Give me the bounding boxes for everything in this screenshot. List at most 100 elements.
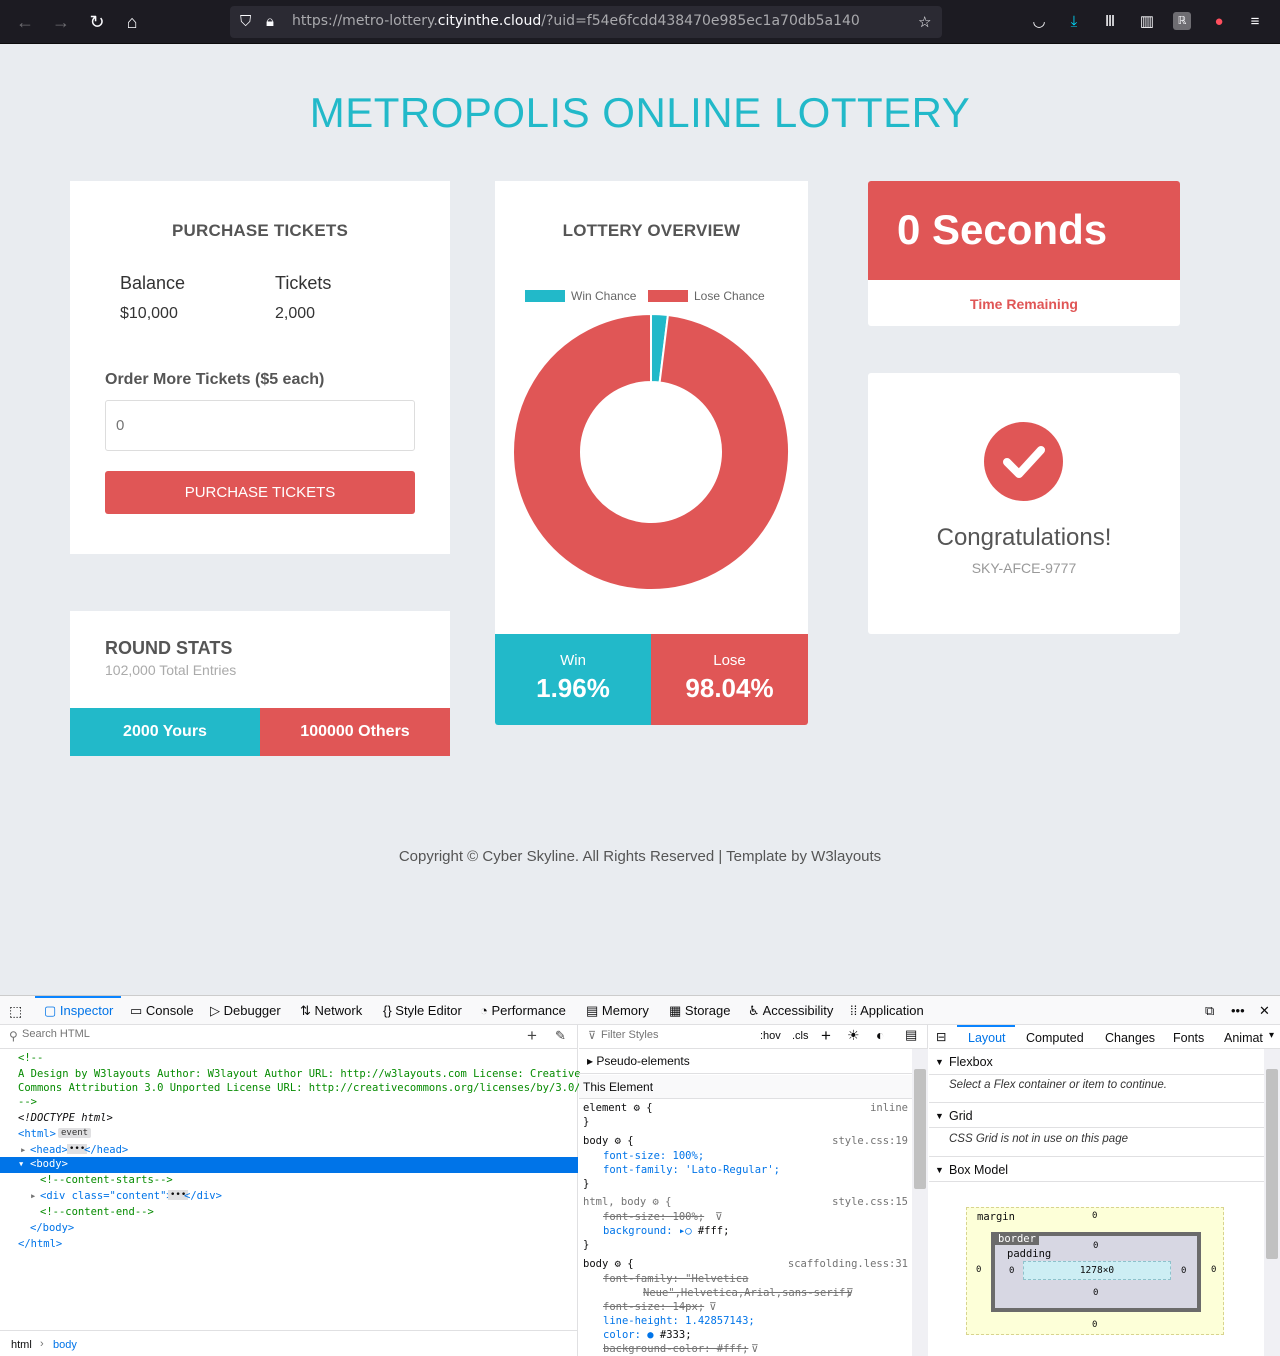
dock-icon[interactable]: ⧉ xyxy=(1205,1003,1214,1019)
comment-node[interactable]: <!--content-starts--> xyxy=(40,1174,173,1186)
pseudo-elements-toggle[interactable]: ▸ Pseudo-elements xyxy=(579,1049,912,1074)
comment-line[interactable]: Commons Attribution 3.0 Unported License… xyxy=(18,1082,581,1094)
pocket-icon[interactable]: ◡ xyxy=(1029,12,1049,32)
extension-icon[interactable]: ℝ xyxy=(1173,12,1191,30)
tabs-overflow-icon[interactable]: ▾ xyxy=(1269,1030,1274,1041)
css-declaration[interactable]: font-family: 'Lato-Regular'; xyxy=(603,1164,780,1176)
css-declaration[interactable]: font-size: 100%; xyxy=(603,1150,704,1162)
html-node[interactable]: <html> xyxy=(18,1128,56,1140)
ticket-quantity-input[interactable] xyxy=(105,400,415,451)
tab-style-editor[interactable]: {} Style Editor xyxy=(383,1003,462,1018)
head-node[interactable]: <head> xyxy=(30,1144,68,1156)
html-close-node[interactable]: </html> xyxy=(18,1238,62,1250)
div-content-node[interactable]: <div class="content"> xyxy=(40,1190,173,1202)
light-mode-icon[interactable]: ☀ xyxy=(847,1027,860,1044)
filter-styles-input[interactable] xyxy=(601,1029,751,1041)
sidebar-icon[interactable]: ▥ xyxy=(1137,12,1157,32)
layout-scrollbar[interactable] xyxy=(1264,1049,1280,1356)
eyedropper-icon[interactable]: ✎ xyxy=(555,1028,566,1044)
element-rule-source[interactable]: inline xyxy=(870,1102,908,1114)
css-declaration-overridden[interactable]: font-size: 100%; xyxy=(603,1211,704,1223)
filter-icon[interactable]: ⊽ xyxy=(846,1287,854,1299)
css-declaration-overridden[interactable]: font-size: 14px; xyxy=(603,1301,704,1313)
box-model-section-header[interactable]: ▼ Box Model xyxy=(929,1156,1280,1182)
cls-toggle[interactable]: .cls xyxy=(792,1030,809,1042)
legend-label-win-chance[interactable]: Win Chance xyxy=(571,289,637,303)
doctype-node[interactable]: <!DOCTYPE html> xyxy=(18,1112,113,1124)
tab-layout[interactable]: Layout xyxy=(968,1031,1006,1045)
margin-right-value[interactable]: 0 xyxy=(1211,1265,1216,1275)
print-media-icon[interactable]: ▤ xyxy=(905,1027,917,1043)
body-rule-source[interactable]: scaffolding.less:31 xyxy=(788,1258,908,1270)
flexbox-section-header[interactable]: ▼ Flexbox xyxy=(929,1049,1280,1075)
tab-animations[interactable]: Animat xyxy=(1224,1031,1263,1045)
hov-toggle[interactable]: :hov xyxy=(760,1030,781,1042)
expand-arrow-icon[interactable]: ▸ xyxy=(20,1144,26,1156)
padding-right-value[interactable]: 0 xyxy=(1181,1266,1186,1276)
tab-application[interactable]: ⁞⁞ Application xyxy=(850,1003,924,1018)
add-rule-icon[interactable]: + xyxy=(821,1026,831,1046)
scrollbar-thumb[interactable] xyxy=(914,1069,926,1189)
breadcrumb-html[interactable]: html xyxy=(11,1339,32,1351)
element-rule-selector[interactable]: element ⚙ { xyxy=(583,1102,653,1114)
body-rule-source[interactable]: style.css:19 xyxy=(832,1135,908,1147)
css-declaration-overridden[interactable]: Neue",Helvetica,Arial,sans-serif; xyxy=(643,1287,852,1299)
filter-icon[interactable]: ⊽ xyxy=(715,1211,723,1223)
event-badge[interactable]: event xyxy=(58,1128,92,1138)
css-declaration[interactable]: line-height: 1.42857143; xyxy=(603,1315,755,1327)
body-rule-selector[interactable]: body ⚙ { xyxy=(583,1258,634,1270)
filter-icon[interactable]: ⊽ xyxy=(709,1301,717,1313)
donut-slice-lose-chance[interactable] xyxy=(512,312,790,591)
css-declaration[interactable]: color: ● #333; xyxy=(603,1329,692,1341)
comment-node[interactable]: <!--content-end--> xyxy=(40,1206,154,1218)
tab-changes[interactable]: Changes xyxy=(1105,1031,1155,1045)
tab-debugger[interactable]: ▷ Debugger xyxy=(210,1003,281,1019)
selected-body-row[interactable] xyxy=(0,1157,578,1173)
tab-console[interactable]: ▭ Console xyxy=(130,1003,194,1019)
body-node[interactable]: <body> xyxy=(30,1158,68,1170)
htmlbody-rule-selector[interactable]: html, body ⚙ { xyxy=(583,1196,672,1208)
content-size[interactable]: 1278×0 xyxy=(1023,1261,1171,1280)
tab-network[interactable]: ⇅ Network xyxy=(300,1003,362,1019)
expand-arrow-icon[interactable]: ▸ xyxy=(30,1190,36,1202)
htmlbody-rule-source[interactable]: style.css:15 xyxy=(832,1196,908,1208)
head-close-node[interactable]: </head> xyxy=(84,1144,128,1156)
lock-icon[interactable]: 🔒︎ xyxy=(266,13,274,30)
div-close-node[interactable]: </div> xyxy=(184,1190,222,1202)
scrollbar-thumb[interactable] xyxy=(1266,1069,1278,1259)
collapse-arrow-icon[interactable]: ▾ xyxy=(18,1158,24,1170)
comment-line[interactable]: A Design by W3layouts Author: W3layout A… xyxy=(18,1068,581,1080)
margin-top-value[interactable]: 0 xyxy=(1092,1211,1097,1221)
tab-storage[interactable]: ▦ Storage xyxy=(669,1003,730,1019)
home-icon[interactable]: ⌂ xyxy=(120,10,144,34)
add-node-icon[interactable]: + xyxy=(527,1026,537,1046)
pick-element-icon[interactable]: ⬚ xyxy=(9,1003,22,1020)
tab-accessibility[interactable]: ♿︎ Accessibility xyxy=(748,1003,833,1019)
css-declaration-overridden[interactable]: font-family: "Helvetica xyxy=(603,1273,748,1285)
css-declaration-overridden[interactable]: background-color: #fff; xyxy=(603,1343,748,1355)
grid-section-header[interactable]: ▼ Grid xyxy=(929,1102,1280,1128)
body-close-node[interactable]: </body> xyxy=(30,1222,74,1234)
bookmark-star-icon[interactable]: ☆ xyxy=(918,13,931,31)
legend-label-lose-chance[interactable]: Lose Chance xyxy=(694,289,765,303)
url-text[interactable]: https://metro-lottery.cityinthe.cloud/?u… xyxy=(292,13,860,29)
url-bar[interactable]: ⛉ 🔒︎ https://metro-lottery.cityinthe.clo… xyxy=(230,6,942,38)
padding-bottom-value[interactable]: 0 xyxy=(1093,1288,1098,1298)
css-declaration[interactable]: background: ▸◯ #fff; xyxy=(603,1225,729,1237)
box-model-border[interactable]: border padding 0 0 0 0 1278×0 xyxy=(991,1232,1201,1312)
margin-bottom-value[interactable]: 0 xyxy=(1092,1320,1097,1330)
menu-icon[interactable]: ≡ xyxy=(1245,12,1265,32)
margin-left-value[interactable]: 0 xyxy=(976,1265,981,1275)
padding-top-value[interactable]: 0 xyxy=(1093,1241,1098,1251)
html-search-input[interactable] xyxy=(22,1028,502,1040)
lock-extension-icon[interactable]: ● xyxy=(1209,12,1229,32)
comment-line[interactable]: <!-- xyxy=(18,1052,43,1064)
legend-swatch-win-chance[interactable] xyxy=(525,290,565,302)
padding-left-value[interactable]: 0 xyxy=(1009,1266,1014,1276)
dark-mode-icon[interactable]: ◐ xyxy=(876,1027,884,1043)
legend-swatch-lose-chance[interactable] xyxy=(648,290,688,302)
toggle-sidebar-icon[interactable]: ⊟ xyxy=(936,1029,946,1044)
styles-scrollbar[interactable] xyxy=(912,1049,928,1356)
more-options-icon[interactable]: ••• xyxy=(1231,1003,1245,1018)
reload-icon[interactable]: ↻ xyxy=(85,10,109,34)
